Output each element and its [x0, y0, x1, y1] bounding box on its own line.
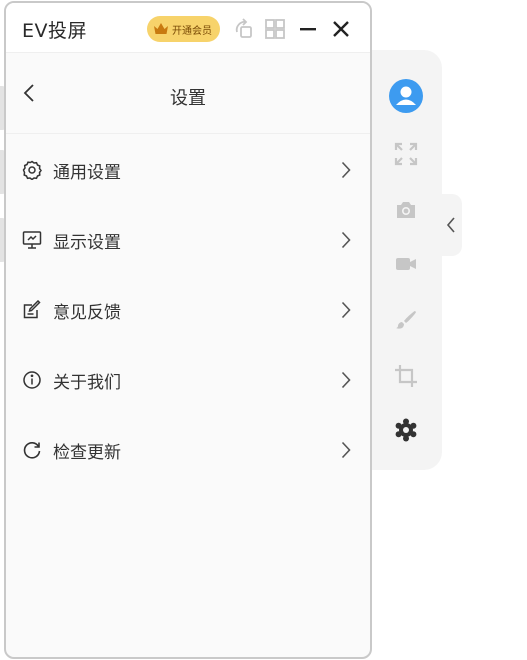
- floating-toolbar: [366, 50, 442, 470]
- camera-icon: [397, 202, 415, 218]
- page-title: 设置: [170, 88, 206, 109]
- menu-item-label: 显示设置: [53, 233, 121, 253]
- menu-item-label: 检查更新: [53, 443, 121, 463]
- settings-button[interactable]: [388, 412, 424, 448]
- layout-switch-button[interactable]: [263, 17, 287, 41]
- brush-icon: [396, 311, 416, 329]
- avatar-icon: [389, 79, 423, 113]
- chevron-right-icon: [336, 439, 356, 461]
- minimize-button[interactable]: [296, 17, 320, 41]
- app-title: EV投屏: [22, 20, 88, 42]
- close-icon: [333, 21, 349, 37]
- fullscreen-button[interactable]: [388, 136, 424, 172]
- toolbar-collapse-button[interactable]: [440, 194, 462, 256]
- avatar-button[interactable]: [388, 78, 424, 114]
- crop-button[interactable]: [388, 358, 424, 394]
- vip-label: 开通会员: [172, 25, 212, 37]
- chevron-right-icon: [336, 299, 356, 321]
- rotate-icon: [235, 18, 252, 38]
- crop-icon: [395, 365, 417, 387]
- menu-item-about-us[interactable]: 关于我们: [6, 345, 370, 415]
- chevron-right-icon: [336, 159, 356, 181]
- menu-item-check-update[interactable]: 检查更新: [6, 415, 370, 485]
- menu-item-general-settings[interactable]: 通用设置: [6, 135, 370, 205]
- close-button[interactable]: [329, 17, 353, 41]
- settings-header: 设置: [6, 54, 370, 134]
- main-window: EV投屏 开通会员 设置 通用设置 显示设置 意见反馈 关于我们 检查更新: [4, 1, 372, 659]
- rotate-button[interactable]: [232, 17, 256, 41]
- screenshot-button[interactable]: [388, 192, 424, 228]
- feedback-edit-icon: [21, 299, 43, 321]
- title-bar: EV投屏 开通会员: [6, 3, 370, 53]
- gear-outline-icon: [21, 159, 43, 181]
- menu-item-display-settings[interactable]: 显示设置: [6, 205, 370, 275]
- info-circle-icon: [21, 369, 43, 391]
- menu-item-feedback[interactable]: 意见反馈: [6, 275, 370, 345]
- chevron-right-icon: [336, 229, 356, 251]
- video-icon: [396, 258, 416, 270]
- fullscreen-icon: [394, 142, 418, 166]
- crown-icon: [154, 23, 168, 34]
- menu-item-label: 关于我们: [53, 373, 121, 393]
- vip-button[interactable]: 开通会员: [147, 16, 220, 42]
- record-button[interactable]: [388, 246, 424, 282]
- monitor-icon: [21, 229, 43, 251]
- minimize-icon: [300, 28, 316, 31]
- menu-item-label: 意见反馈: [53, 303, 121, 323]
- layout-icon: [265, 19, 285, 39]
- chevron-left-icon: [446, 217, 455, 233]
- refresh-icon: [21, 439, 43, 461]
- annotate-button[interactable]: [388, 302, 424, 338]
- chevron-right-icon: [336, 369, 356, 391]
- settings-icon: [395, 418, 417, 442]
- menu-item-label: 通用设置: [53, 163, 121, 183]
